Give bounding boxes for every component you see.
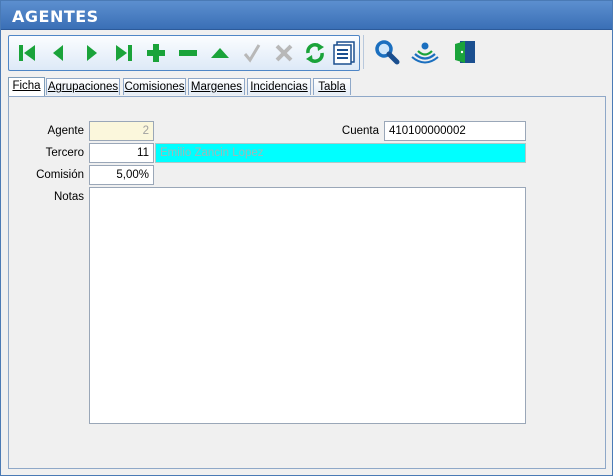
door-exit-icon (452, 39, 478, 65)
agente-field[interactable]: 2 (89, 121, 154, 141)
search-button[interactable] (374, 39, 400, 65)
comision-field[interactable]: 5,00% (89, 165, 154, 185)
signal-icon (411, 39, 439, 65)
agentes-window: AGENTES Ficha Agrupaciones Comisiones Ma… (0, 0, 613, 476)
next-record-button[interactable] (79, 40, 105, 66)
navigation-toolbar-group (8, 35, 360, 71)
tab-comisiones[interactable]: Comisiones (123, 78, 186, 95)
arrow-right-icon (81, 42, 103, 64)
comision-label: Comisión (36, 169, 84, 181)
skip-last-icon (113, 42, 135, 64)
prev-record-button[interactable] (45, 40, 71, 66)
first-record-button[interactable] (14, 40, 40, 66)
list-button[interactable] (331, 40, 357, 66)
cuenta-label: Cuenta (341, 125, 379, 137)
tercero-name-field: Emilio Zancin Lopez (155, 143, 526, 163)
title-bar: AGENTES (1, 1, 612, 30)
x-icon (273, 42, 295, 64)
wireless-button[interactable] (411, 39, 439, 65)
check-icon (241, 42, 263, 64)
refresh-button[interactable] (302, 40, 328, 66)
delete-record-button[interactable] (175, 40, 201, 66)
minus-icon (177, 42, 199, 64)
window-title: AGENTES (12, 7, 99, 26)
tercero-label: Tercero (45, 147, 84, 159)
list-icon (332, 41, 356, 65)
tab-strip: Ficha Agrupaciones Comisiones Margenes I… (8, 77, 608, 96)
exit-button[interactable] (452, 39, 478, 65)
arrow-left-icon (47, 42, 69, 64)
ficha-panel: Agente 2 Cuenta 410100000002 Tercero 11 … (8, 96, 606, 469)
refresh-icon (303, 41, 327, 65)
cuenta-field[interactable]: 410100000002 (384, 121, 526, 141)
triangle-up-icon (209, 42, 231, 64)
toolbar-separator (363, 35, 364, 69)
notas-textarea[interactable] (89, 187, 526, 424)
tab-margenes[interactable]: Margenes (188, 78, 245, 95)
edit-record-button[interactable] (207, 40, 233, 66)
confirm-button[interactable] (239, 40, 265, 66)
tab-tabla[interactable]: Tabla (313, 78, 351, 95)
tab-ficha[interactable]: Ficha (8, 77, 45, 96)
plus-icon (145, 42, 167, 64)
notas-label: Notas (53, 191, 84, 203)
cancel-button[interactable] (271, 40, 297, 66)
tercero-field[interactable]: 11 (89, 143, 154, 163)
tab-incidencias[interactable]: Incidencias (247, 78, 311, 95)
add-record-button[interactable] (143, 40, 169, 66)
last-record-button[interactable] (111, 40, 137, 66)
tab-agrupaciones[interactable]: Agrupaciones (46, 78, 120, 95)
skip-first-icon (16, 42, 38, 64)
agente-label: Agente (47, 125, 84, 137)
toolbar (1, 30, 612, 74)
magnifier-icon (374, 39, 400, 65)
